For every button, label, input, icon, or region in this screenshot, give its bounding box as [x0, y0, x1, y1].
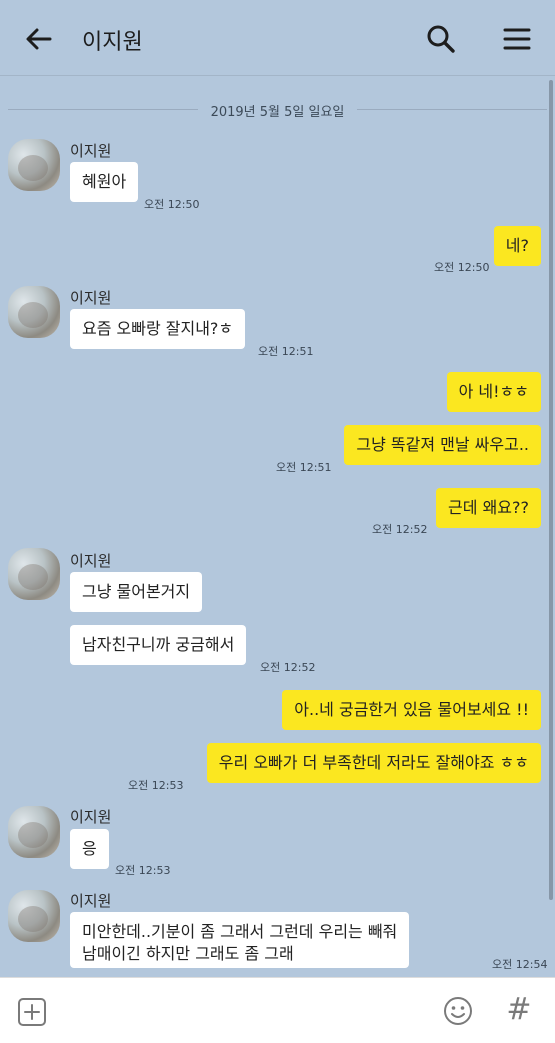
avatar[interactable] [8, 806, 60, 858]
date-label: 2019년 5월 5일 일요일 [210, 105, 345, 120]
avatar[interactable] [8, 548, 60, 600]
my-message-bubble[interactable]: 근데 왜요?? [436, 488, 541, 528]
back-button[interactable] [22, 22, 56, 56]
my-message-bubble[interactable]: 그냥 똑같져 맨날 싸우고.. [344, 425, 541, 465]
chat-header: 이지원 [0, 0, 555, 76]
message-time: 오전 12:52 [260, 661, 316, 674]
avatar[interactable] [8, 286, 60, 338]
emoji-button[interactable] [442, 995, 474, 1027]
sender-name: 이지원 [70, 892, 112, 910]
message-time: 오전 12:53 [115, 864, 171, 877]
message-time: 오전 12:53 [128, 779, 184, 792]
message-time: 오전 12:54 [492, 958, 548, 971]
my-message-bubble[interactable]: 우리 오빠가 더 부족한데 저라도 잘해야죠 ㅎㅎ [206, 743, 541, 783]
message-time: 오전 12:50 [434, 261, 490, 274]
sender-name: 이지원 [70, 142, 112, 160]
message-line: 미안한데..기분이 좀 그래서 그런데 우리는 빼줘 [82, 922, 398, 941]
message-bubble[interactable]: 그냥 물어본거지 [70, 572, 203, 612]
attach-button[interactable] [16, 996, 48, 1028]
sender-name: 이지원 [70, 808, 112, 826]
scrollbar[interactable] [549, 80, 553, 900]
avatar[interactable] [8, 890, 60, 942]
chat-title: 이지원 [82, 30, 143, 55]
search-icon [427, 25, 455, 53]
search-button[interactable] [424, 22, 458, 56]
menu-button[interactable] [500, 22, 534, 56]
arrow-left-icon [26, 28, 52, 50]
message-time: 오전 12:52 [372, 523, 428, 536]
message-bubble[interactable]: 혜원아 [70, 162, 139, 202]
message-bubble[interactable]: 응 [70, 829, 109, 869]
sender-name: 이지원 [70, 552, 112, 570]
message-bubble[interactable]: 요즘 오빠랑 잘지내?ㅎ [70, 309, 246, 349]
hashtag-button[interactable]: # [504, 992, 534, 1028]
message-input-bar: # [0, 977, 555, 1043]
message-bubble[interactable]: 미안한데..기분이 좀 그래서 그런데 우리는 빼줘 남매이긴 하지만 그래도 … [70, 912, 410, 968]
plus-square-icon [18, 998, 46, 1026]
avatar[interactable] [8, 139, 60, 191]
message-bubble[interactable]: 남자친구니까 궁금해서 [70, 625, 247, 665]
my-message-bubble[interactable]: 아 네!ㅎㅎ [446, 372, 541, 412]
message-line: 남매이긴 하지만 그래도 좀 그래 [82, 944, 294, 963]
message-time: 오전 12:51 [276, 461, 332, 474]
smiley-icon [444, 997, 472, 1025]
sender-name: 이지원 [70, 289, 112, 307]
hamburger-menu-icon [503, 28, 531, 50]
message-input[interactable] [60, 992, 430, 1030]
my-message-bubble[interactable]: 네? [493, 226, 541, 266]
my-message-bubble[interactable]: 아..네 궁금한거 있음 물어보세요 !! [282, 690, 541, 730]
message-time: 오전 12:50 [144, 198, 200, 211]
message-time: 오전 12:51 [258, 345, 314, 358]
